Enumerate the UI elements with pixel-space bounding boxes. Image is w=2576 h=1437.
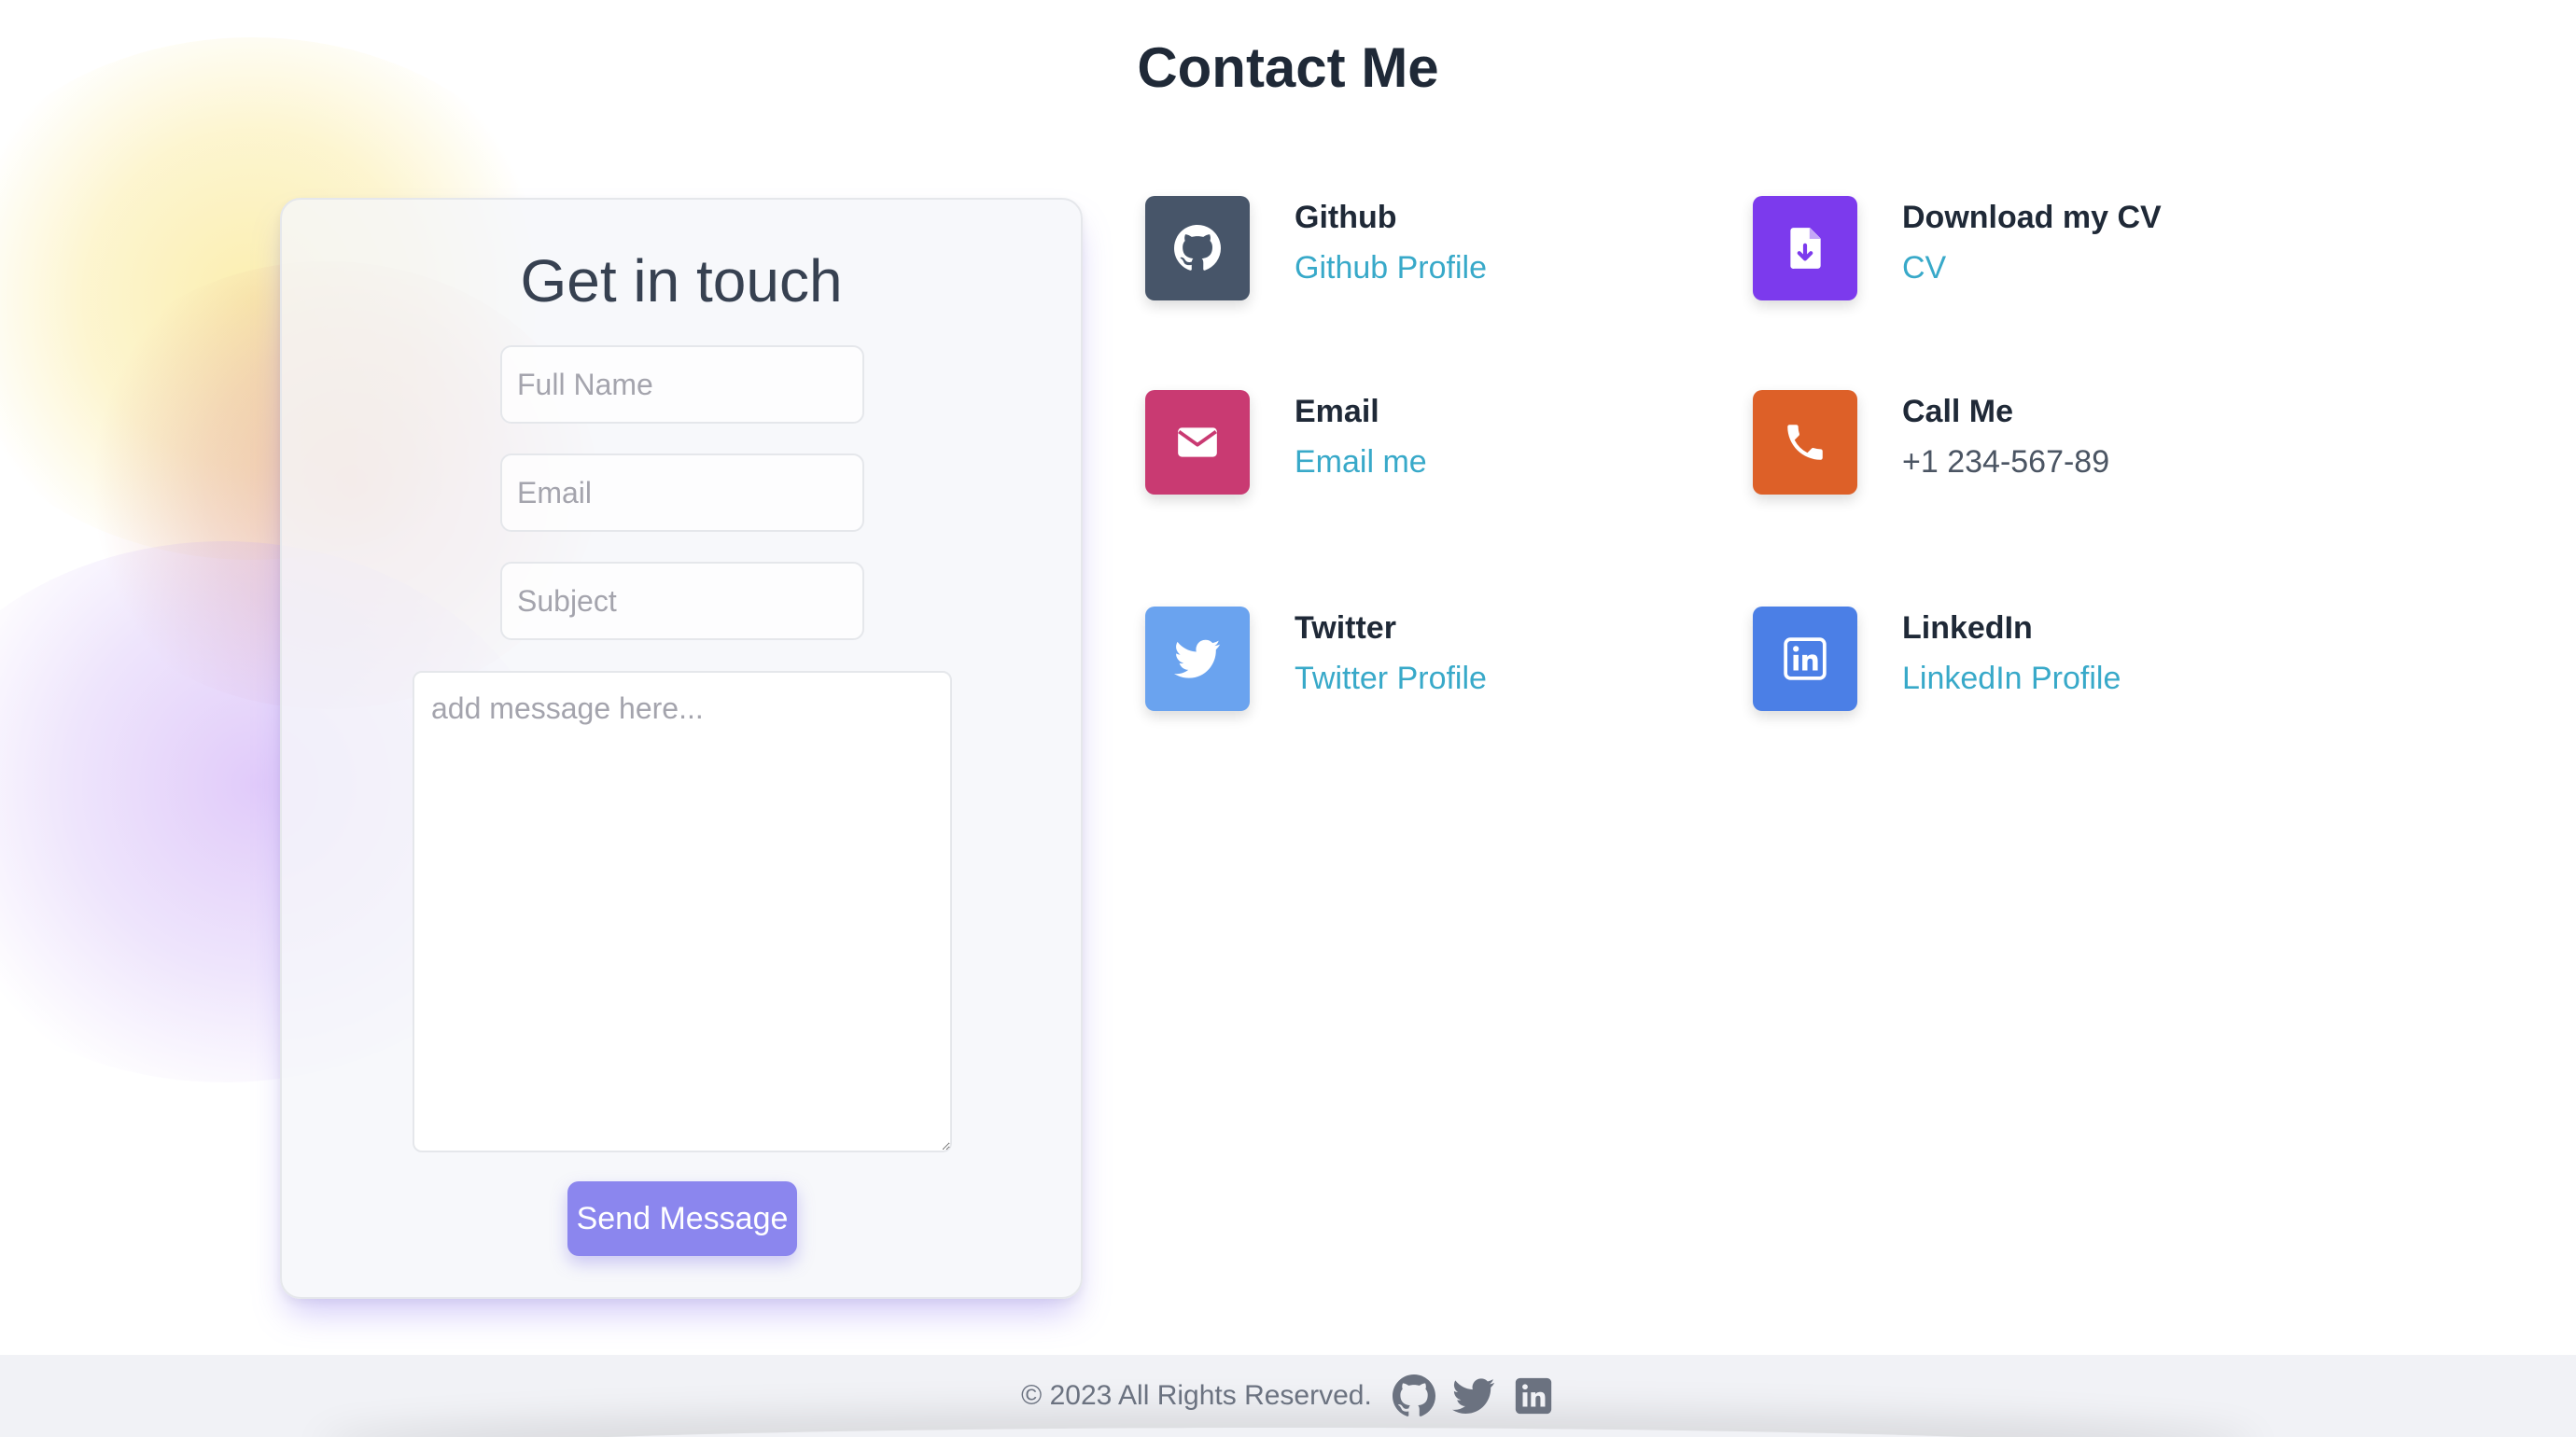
contact-title-twitter: Twitter [1295,610,1396,646]
contact-title-email: Email [1295,394,1379,429]
subject-input[interactable] [500,562,864,640]
github-icon[interactable] [1392,1374,1435,1417]
contact-twitter: Twitter Twitter Profile [1145,607,1743,728]
twitter-profile-link[interactable]: Twitter Profile [1295,661,1487,697]
contact-title-cv: Download my CV [1902,200,2162,235]
phone-icon[interactable] [1753,390,1857,495]
linkedin-icon[interactable] [1753,607,1857,711]
email-me-link[interactable]: Email me [1295,444,1427,481]
contact-phone: Call Me +1 234-567-89 [1753,390,2350,511]
contact-title-phone: Call Me [1902,394,2014,429]
contact-form-card: Get in touch Send Message [280,198,1083,1299]
email-input[interactable] [500,453,864,532]
page-title: Contact Me [1137,36,1439,99]
send-message-button[interactable]: Send Message [567,1181,797,1256]
linkedin-profile-link[interactable]: LinkedIn Profile [1902,661,2121,697]
form-heading: Get in touch [520,247,843,314]
linkedin-icon[interactable] [1512,1374,1555,1417]
footer-content: © 2023 All Rights Reserved. [0,1355,2576,1437]
file-download-icon[interactable] [1753,196,1857,300]
contact-email: Email Email me [1145,390,1743,511]
copyright-text: © 2023 All Rights Reserved. [1021,1380,1372,1411]
contact-cv: Download my CV CV [1753,196,2350,317]
contact-linkedin: LinkedIn LinkedIn Profile [1753,607,2350,728]
envelope-icon[interactable] [1145,390,1250,495]
contact-title-linkedin: LinkedIn [1902,610,2033,646]
contact-github: Github Github Profile [1145,196,1743,317]
footer: © 2023 All Rights Reserved. [0,1355,2576,1437]
twitter-icon[interactable] [1145,607,1250,711]
github-profile-link[interactable]: Github Profile [1295,250,1487,286]
full-name-input[interactable] [500,345,864,424]
contact-title-github: Github [1295,200,1397,235]
twitter-icon[interactable] [1451,1374,1495,1417]
phone-number: +1 234-567-89 [1902,444,2110,480]
message-textarea[interactable] [413,671,952,1152]
github-icon[interactable] [1145,196,1250,300]
cv-link[interactable]: CV [1902,250,1946,286]
